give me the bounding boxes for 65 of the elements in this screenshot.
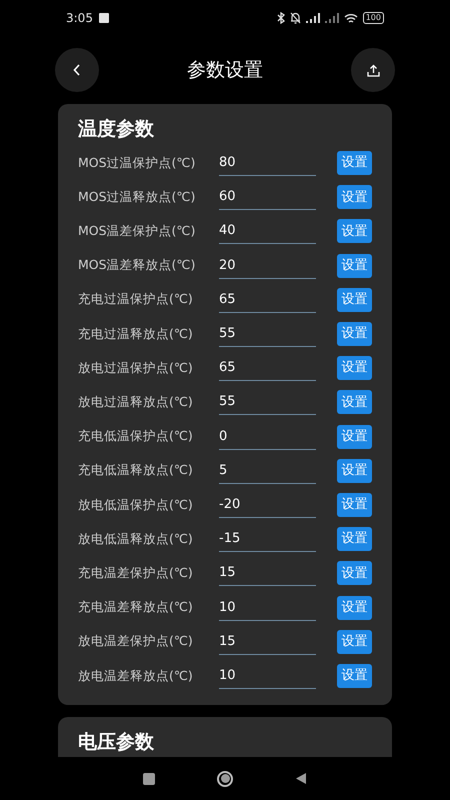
value-field[interactable]: -20: [219, 492, 316, 518]
parameter-label: 充电过温保护点(℃): [78, 290, 194, 308]
set-button[interactable]: 设置: [337, 527, 372, 552]
parameter-label: 放电温差释放点(℃): [78, 666, 194, 685]
value-field[interactable]: 15: [219, 560, 316, 586]
battery-indicator: 100: [362, 12, 384, 24]
set-button[interactable]: 设置: [337, 288, 372, 312]
value-field[interactable]: -15: [219, 526, 316, 552]
set-button[interactable]: 设置: [337, 151, 372, 176]
set-button[interactable]: 设置: [337, 390, 372, 414]
notification-icon: [98, 13, 109, 23]
share-button[interactable]: [351, 48, 395, 92]
set-button[interactable]: 设置: [337, 458, 372, 483]
value-field[interactable]: 5: [219, 458, 316, 484]
signal-icon: [324, 13, 339, 23]
value-field[interactable]: 60: [219, 184, 316, 210]
set-button[interactable]: 设置: [337, 185, 372, 210]
set-button[interactable]: 设置: [337, 664, 372, 688]
wifi-icon: [344, 12, 358, 24]
set-button[interactable]: 设置: [337, 254, 372, 278]
parameter-label: MOS温差释放点(℃): [78, 256, 196, 274]
set-button[interactable]: 设置: [337, 356, 372, 380]
parameter-label: 充电温差保护点(℃): [78, 564, 194, 582]
value-field[interactable]: 65: [219, 355, 316, 382]
value-field[interactable]: 10: [219, 662, 316, 689]
back-triangle-icon[interactable]: [295, 772, 307, 785]
value-field[interactable]: 0: [219, 424, 316, 450]
parameter-label: 放电过温保护点(℃): [78, 358, 194, 377]
section-title: 温度参数: [78, 117, 155, 142]
parameter-label: 充电低温释放点(℃): [78, 461, 194, 480]
home-button[interactable]: [217, 770, 233, 786]
value-field[interactable]: 20: [219, 252, 316, 279]
value-field[interactable]: 10: [219, 594, 316, 621]
set-button[interactable]: 设置: [337, 596, 372, 620]
page-title: 参数设置: [187, 58, 263, 83]
set-button[interactable]: 设置: [337, 322, 372, 346]
signal-icon: [306, 13, 320, 23]
parameter-label: 充电低温保护点(℃): [78, 427, 194, 446]
parameter-label: 放电温差保护点(℃): [78, 632, 194, 650]
set-button[interactable]: 设置: [337, 219, 372, 244]
share-icon: [366, 64, 380, 76]
set-button[interactable]: 设置: [337, 492, 372, 517]
parameter-label: 放电低温释放点(℃): [78, 530, 194, 548]
recent-apps-button[interactable]: [143, 772, 155, 784]
set-button[interactable]: 设置: [337, 424, 372, 449]
parameter-label: MOS过温释放点(℃): [78, 188, 196, 206]
parameter-label: MOS过温保护点(℃): [78, 154, 196, 172]
value-field[interactable]: 55: [219, 389, 316, 416]
parameter-label: 充电过温释放点(℃): [78, 324, 194, 343]
parameter-label: 放电过温释放点(℃): [78, 393, 194, 412]
parameter-label: MOS温差保护点(℃): [78, 222, 196, 240]
status-time: 3:05: [66, 10, 93, 27]
chevron-left-icon: [73, 64, 81, 76]
value-field[interactable]: 40: [219, 218, 316, 244]
value-field[interactable]: 55: [219, 321, 316, 348]
set-button[interactable]: 设置: [337, 561, 372, 586]
muted-bell-icon: [290, 12, 301, 24]
value-field[interactable]: 65: [219, 286, 316, 313]
section-title: 电压参数: [78, 730, 155, 755]
bluetooth-icon: [276, 12, 285, 24]
value-field[interactable]: 80: [219, 150, 316, 176]
set-button[interactable]: 设置: [337, 630, 372, 654]
value-field[interactable]: 15: [219, 628, 316, 655]
parameter-label: 放电低温保护点(℃): [78, 496, 194, 514]
parameter-label: 充电温差释放点(℃): [78, 598, 194, 616]
